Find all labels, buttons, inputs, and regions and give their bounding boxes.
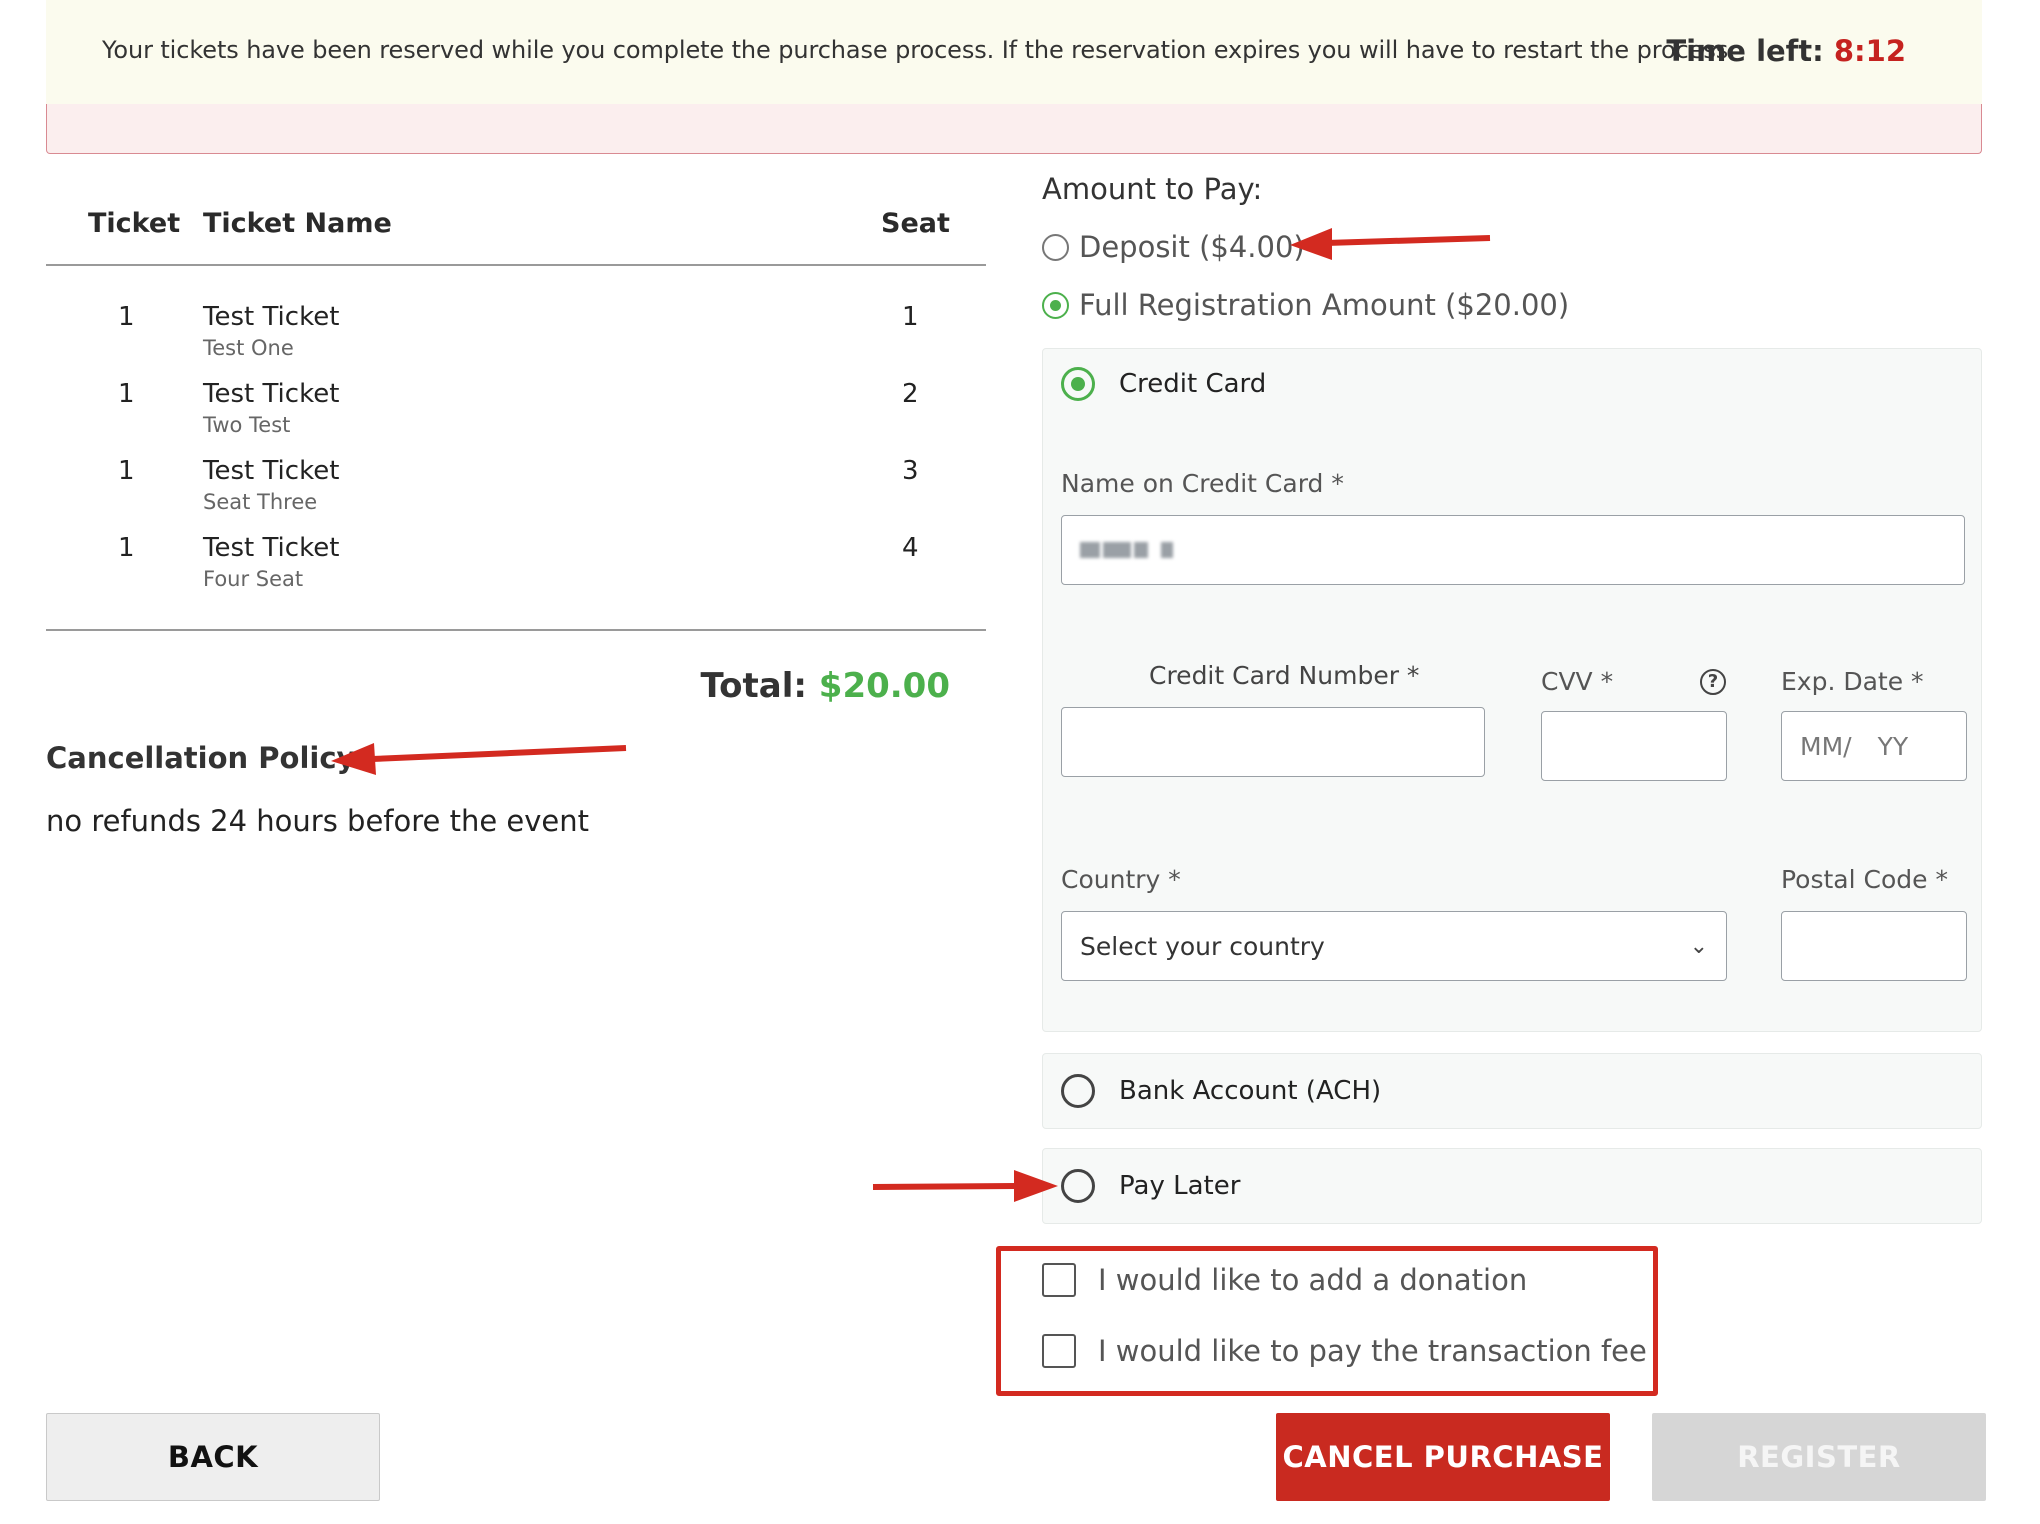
- annotation-arrow-deposit: [1290, 228, 1491, 260]
- card-number-input[interactable]: [1061, 707, 1485, 777]
- bank-account-label: Bank Account (ACH): [1119, 1076, 1382, 1106]
- annotation-arrow-pay-later: [872, 1170, 1058, 1202]
- time-left: Time left: 8:12: [1666, 34, 1906, 68]
- postal-code-label: Postal Code *: [1781, 865, 1948, 894]
- deposit-radio[interactable]: [1042, 233, 1069, 261]
- ticket-seat: 3: [902, 456, 919, 486]
- ticket-subname: Seat Three: [203, 490, 318, 514]
- country-selected-value: Select your country: [1080, 931, 1325, 961]
- donation-checkbox[interactable]: [1042, 1263, 1076, 1297]
- transaction-fee-option[interactable]: I would like to pay the transaction fee: [1042, 1334, 1647, 1368]
- credit-card-radio[interactable]: [1061, 367, 1095, 401]
- ticket-qty: 1: [118, 302, 135, 332]
- credit-card-label: Credit Card: [1119, 369, 1267, 399]
- ticket-name: Test Ticket: [203, 533, 340, 563]
- annotation-arrow-cancellation: [331, 743, 627, 775]
- table-row: 1 Test Ticket Four Seat 4: [46, 533, 986, 611]
- transaction-fee-label: I would like to pay the transaction fee: [1098, 1334, 1647, 1368]
- ticket-subname: Four Seat: [203, 567, 304, 591]
- order-total: Total: $20.00: [700, 666, 950, 706]
- ticket-qty: 1: [118, 456, 135, 486]
- ticket-seat: 4: [902, 533, 919, 563]
- time-left-label: Time left:: [1666, 34, 1824, 68]
- question-circle-icon[interactable]: ?: [1700, 669, 1726, 695]
- postal-code-input[interactable]: [1781, 911, 1967, 981]
- deposit-label: Deposit ($4.00): [1079, 230, 1305, 264]
- deposit-option[interactable]: Deposit ($4.00): [1042, 229, 1305, 265]
- full-amount-label: Full Registration Amount ($20.00): [1079, 288, 1570, 322]
- pay-later-radio[interactable]: [1061, 1169, 1095, 1203]
- cancellation-policy-text: no refunds 24 hours before the event: [46, 804, 589, 838]
- ticket-qty: 1: [118, 379, 135, 409]
- back-button[interactable]: BACK: [46, 1413, 380, 1501]
- card-number-label: Credit Card Number *: [1149, 661, 1420, 690]
- table-row: 1 Test Ticket Two Test 2: [46, 379, 986, 457]
- country-select[interactable]: Select your country ⌄: [1061, 911, 1727, 981]
- donation-label: I would like to add a donation: [1098, 1263, 1528, 1297]
- credit-card-panel: Credit Card Name on Credit Card * Credit…: [1042, 348, 1982, 1032]
- payment-option-bank[interactable]: Bank Account (ACH): [1061, 1074, 1381, 1108]
- reservation-message: Your tickets have been reserved while yo…: [102, 36, 1736, 64]
- amount-to-pay-title: Amount to Pay:: [1042, 172, 1263, 206]
- ticket-table-header: Ticket Ticket Name Seat: [46, 196, 986, 266]
- ticket-seat: 2: [902, 379, 919, 409]
- header-ticket: Ticket: [88, 208, 181, 239]
- cancel-purchase-button[interactable]: CANCEL PURCHASE: [1276, 1413, 1610, 1501]
- pay-later-panel: Pay Later: [1042, 1148, 1982, 1224]
- exp-year-placeholder: YY: [1877, 731, 1909, 761]
- country-label: Country *: [1061, 865, 1181, 894]
- cancellation-policy-title: Cancellation Policy:: [46, 741, 368, 775]
- header-ticket-name: Ticket Name: [203, 208, 392, 239]
- full-amount-option[interactable]: Full Registration Amount ($20.00): [1042, 287, 1569, 323]
- alert-strip: [46, 104, 1982, 154]
- cvv-label: CVV *: [1541, 667, 1614, 696]
- donation-option[interactable]: I would like to add a donation: [1042, 1263, 1527, 1297]
- ticket-name: Test Ticket: [203, 302, 340, 332]
- payment-option-pay-later[interactable]: Pay Later: [1061, 1169, 1240, 1203]
- payment-option-credit-card[interactable]: Credit Card: [1061, 367, 1266, 401]
- redacted-name: [1080, 542, 1173, 558]
- time-left-value: 8:12: [1833, 34, 1906, 68]
- full-amount-radio[interactable]: [1042, 291, 1069, 319]
- transaction-fee-checkbox[interactable]: [1042, 1334, 1076, 1368]
- total-label: Total:: [700, 666, 807, 706]
- name-on-card-input[interactable]: [1061, 515, 1965, 585]
- ticket-subname: Two Test: [203, 413, 291, 437]
- ticket-name: Test Ticket: [203, 379, 340, 409]
- exp-date-input[interactable]: MM/ YY: [1781, 711, 1967, 781]
- ticket-subname: Test One: [203, 336, 294, 360]
- name-on-card-label: Name on Credit Card *: [1061, 469, 1344, 498]
- table-divider: [46, 629, 986, 631]
- bank-account-panel: Bank Account (ACH): [1042, 1053, 1982, 1129]
- bank-account-radio[interactable]: [1061, 1074, 1095, 1108]
- header-seat: Seat: [881, 208, 950, 239]
- chevron-down-icon: ⌄: [1689, 933, 1708, 959]
- table-row: 1 Test Ticket Seat Three 3: [46, 456, 986, 534]
- table-row: 1 Test Ticket Test One 1: [46, 302, 986, 380]
- ticket-seat: 1: [902, 302, 919, 332]
- register-button[interactable]: REGISTER: [1652, 1413, 1986, 1501]
- ticket-qty: 1: [118, 533, 135, 563]
- exp-month-placeholder: MM/: [1800, 731, 1852, 761]
- exp-date-label: Exp. Date *: [1781, 667, 1924, 696]
- cvv-input[interactable]: [1541, 711, 1727, 781]
- total-value: $20.00: [818, 666, 950, 706]
- reservation-banner: Your tickets have been reserved while yo…: [46, 0, 1982, 104]
- pay-later-label: Pay Later: [1119, 1171, 1241, 1201]
- ticket-name: Test Ticket: [203, 456, 340, 486]
